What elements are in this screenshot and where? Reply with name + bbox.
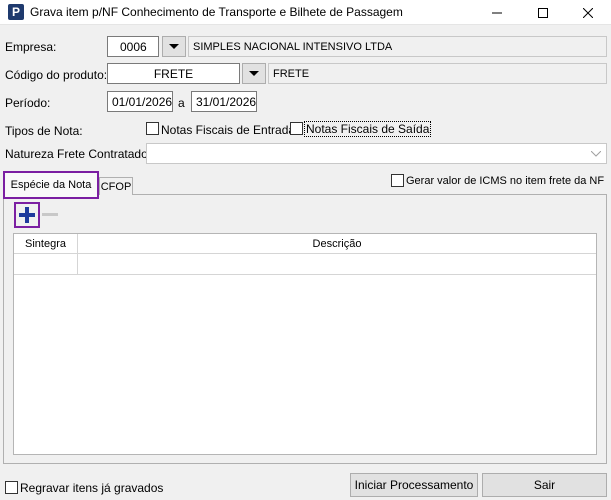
produto-dropdown-button[interactable] — [242, 63, 266, 84]
empresa-label: Empresa: — [5, 40, 57, 54]
periodo-start-input[interactable]: 01/01/2026 — [107, 91, 173, 112]
empresa-dropdown-button[interactable] — [162, 36, 186, 57]
natureza-select[interactable] — [146, 143, 607, 164]
title-bar: P Grava item p/NF Conhecimento de Transp… — [0, 0, 611, 25]
table-row[interactable] — [14, 254, 596, 275]
grid-header: Sintegra Descrição — [14, 234, 596, 254]
cell-descricao[interactable] — [78, 254, 596, 275]
cell-sintegra[interactable] — [14, 254, 78, 275]
empresa-name-field: SIMPLES NACIONAL INTENSIVO LTDA — [188, 36, 607, 57]
periodo-separator: a — [178, 96, 185, 110]
sair-label: Sair — [533, 478, 556, 492]
minimize-icon — [492, 12, 502, 13]
tab-cfop[interactable]: CFOP — [99, 177, 133, 195]
nf-saida-label[interactable]: Notas Fiscais de Saída — [304, 121, 432, 137]
chevron-down-icon — [249, 71, 259, 76]
nf-entrada-label[interactable]: Notas Fiscais de Entrada — [161, 123, 295, 137]
tipos-label: Tipos de Nota: — [5, 124, 83, 138]
close-button[interactable] — [565, 0, 611, 25]
periodo-label: Período: — [5, 96, 51, 110]
produto-label: Código do produto: — [5, 68, 108, 82]
regravar-label[interactable]: Regravar itens já gravados — [20, 481, 163, 495]
maximize-button[interactable] — [520, 0, 566, 25]
chevron-down-icon — [169, 44, 179, 49]
natureza-label: Natureza Frete Contratado: — [5, 147, 152, 161]
plus-icon — [19, 207, 35, 223]
close-icon — [583, 7, 593, 18]
sair-button[interactable]: Sair — [482, 473, 607, 497]
tab-especie-da-nota[interactable]: Espécie da Nota — [3, 171, 99, 199]
minimize-button[interactable] — [474, 0, 520, 25]
nf-entrada-checkbox[interactable] — [146, 122, 159, 135]
iniciar-processamento-button[interactable]: Iniciar Processamento — [350, 473, 478, 497]
app-icon: P — [8, 4, 24, 20]
remove-button[interactable] — [42, 213, 58, 216]
nf-saida-checkbox[interactable] — [290, 122, 303, 135]
produto-code-input[interactable]: FRETE — [107, 63, 240, 84]
empresa-code-input[interactable]: 0006 — [107, 36, 159, 57]
column-header-descricao[interactable]: Descrição — [78, 234, 596, 254]
maximize-icon — [538, 7, 548, 18]
tab-cfop-label: CFOP — [100, 180, 132, 193]
icms-checkbox[interactable] — [391, 174, 404, 187]
window-title: Grava item p/NF Conhecimento de Transpor… — [30, 5, 403, 19]
icms-label[interactable]: Gerar valor de ICMS no item frete da NF — [406, 175, 604, 187]
add-button[interactable] — [14, 202, 40, 228]
regravar-checkbox[interactable] — [5, 481, 18, 494]
column-header-sintegra[interactable]: Sintegra — [14, 234, 78, 254]
tab-especie-label: Espécie da Nota — [10, 179, 92, 191]
iniciar-label: Iniciar Processamento — [354, 478, 474, 492]
especie-grid[interactable]: Sintegra Descrição — [13, 233, 597, 455]
chevron-down-icon — [591, 151, 601, 157]
produto-desc-field: FRETE — [268, 63, 607, 84]
periodo-end-input[interactable]: 31/01/2026 — [191, 91, 257, 112]
